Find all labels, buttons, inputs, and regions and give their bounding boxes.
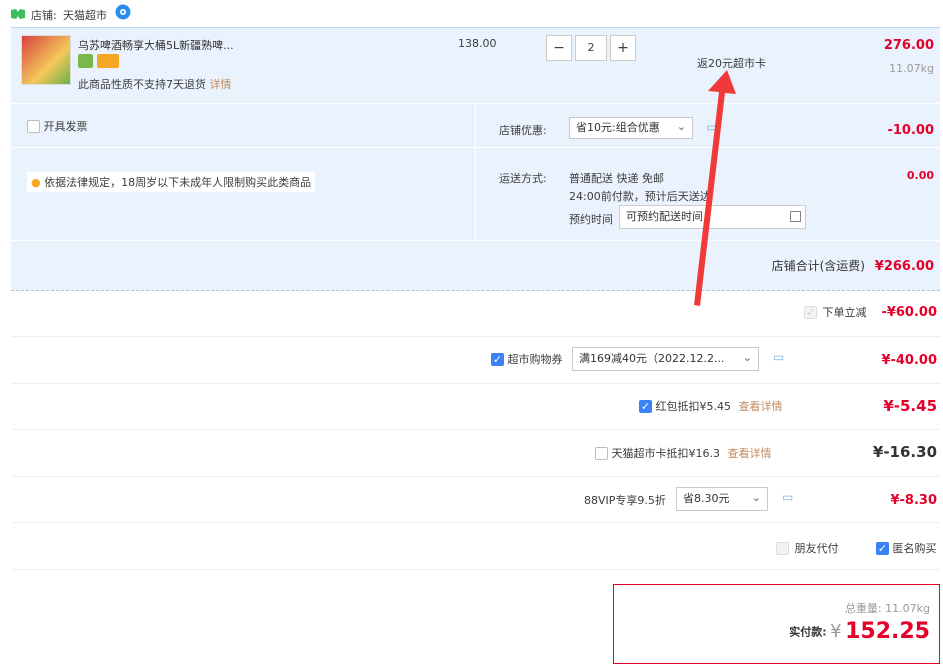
instant-discount-option: ✓ 下单立减 <box>804 304 867 320</box>
pay-amount: 152.25 <box>845 619 930 644</box>
shipping-method: 普通配送 快递 免邮 <box>569 172 664 185</box>
coupon-label: 超市购物券 <box>507 353 563 366</box>
coupon-value: 满169减40元（2022.12.2... <box>579 352 725 365</box>
store-discount-select[interactable]: 省10元:组合优惠 ⌄ <box>569 117 693 139</box>
tmall-card-amount: ¥-16.30 <box>872 443 937 461</box>
schedule-label: 预约时间 <box>569 213 613 226</box>
store-total: 店铺合计(含运费) ¥266.00 <box>772 257 934 274</box>
legal-notice: ● 依据法律规定，18周岁以下未成年人限制购买此类商品 <box>27 172 316 192</box>
instant-discount-checkbox: ✓ <box>804 305 817 319</box>
tag-icon <box>78 54 93 68</box>
total-weight: 11.07kg <box>885 602 930 615</box>
chevron-down-icon: ⌄ <box>751 491 761 504</box>
coupon-option[interactable]: ✓ 超市购物券 <box>491 351 563 367</box>
vip-select[interactable]: 省8.30元 ⌄ <box>676 487 768 511</box>
redpacket-label: 红包抵扣¥5.45 <box>655 400 732 413</box>
product-title-link[interactable]: 乌苏啤酒畅享大桶5L新疆熟啤... <box>78 37 234 53</box>
coupon-amount: ¥-40.00 <box>881 353 937 368</box>
tmall-card-detail-link[interactable]: 查看详情 <box>728 447 772 460</box>
shipping-note: 24:00前付款，预计后天送达 <box>569 190 711 203</box>
store-label: 店铺: <box>31 9 57 22</box>
quantity-stepper: − 2 + <box>546 35 636 61</box>
wangwang-chat-icon[interactable] <box>115 4 131 23</box>
shipping-label: 运送方式: <box>499 172 547 185</box>
chat-bubble-icon[interactable]: ▭ <box>782 490 793 504</box>
vip-value: 省8.30元 <box>683 492 730 505</box>
vip-label: 88VIP专享9.5折 <box>584 494 666 507</box>
location-pin-icon: ● <box>31 176 41 189</box>
anonymous-checkbox[interactable]: ✓ <box>876 541 889 555</box>
total-weight-label: 总重量: <box>844 602 882 615</box>
schedule-time-input[interactable]: 可预约配送时间 <box>619 205 806 229</box>
chevron-down-icon: ⌄ <box>676 120 686 133</box>
redpacket-amount: ¥-5.45 <box>883 397 937 415</box>
instant-discount-label: 下单立减 <box>822 306 867 319</box>
calendar-icon <box>790 211 801 222</box>
quantity-plus-button[interactable]: + <box>610 35 636 61</box>
pay-label: 实付款: <box>789 625 827 639</box>
coupon-checkbox[interactable]: ✓ <box>491 352 504 366</box>
anonymous-option[interactable]: ✓ 匿名购买 <box>876 540 937 556</box>
chat-bubble-icon[interactable]: ▭ <box>773 350 784 364</box>
chevron-down-icon: ⌄ <box>742 351 752 364</box>
invoice-label: 开具发票 <box>43 120 88 133</box>
tmall-card-label: 天猫超市卡抵扣¥16.3 <box>611 447 721 460</box>
store-name-link[interactable]: 天猫超市 <box>63 7 107 23</box>
return-detail-link[interactable]: 详情 <box>210 78 232 91</box>
invoice-checkbox[interactable] <box>27 119 40 133</box>
quantity-input[interactable]: 2 <box>575 35 607 61</box>
tmall-card-option[interactable]: 天猫超市卡抵扣¥16.3 查看详情 <box>595 445 772 461</box>
store-discount-value: 省10元:组合优惠 <box>576 121 660 134</box>
vip-amount: ¥-8.30 <box>890 493 937 508</box>
instant-discount-amount: -¥60.00 <box>881 305 937 320</box>
tmall-card-checkbox[interactable] <box>595 446 608 460</box>
store-total-amount: ¥266.00 <box>874 259 934 274</box>
anonymous-label: 匿名购买 <box>892 542 937 555</box>
redpacket-detail-link[interactable]: 查看详情 <box>739 400 783 413</box>
friend-pay-checkbox <box>776 541 789 555</box>
shipping-amount: 0.00 <box>906 169 934 182</box>
item-weight: 11.07kg <box>889 62 934 75</box>
friend-pay-option: 朋友代付 <box>776 540 839 556</box>
legal-notice-text: 依据法律规定，18周岁以下未成年人限制购买此类商品 <box>44 176 312 189</box>
store-icon <box>11 9 25 19</box>
store-discount-label: 店铺优惠: <box>499 124 547 137</box>
invoice-option[interactable]: 开具发票 <box>27 118 88 134</box>
item-total: 276.00 <box>883 38 934 53</box>
friend-pay-label: 朋友代付 <box>794 542 839 555</box>
redpacket-checkbox[interactable]: ✓ <box>639 399 652 413</box>
return-note: 此商品性质不支持7天退货 <box>78 78 206 91</box>
order-summary-box: 总重量: 11.07kg 实付款: ¥ 152.25 <box>613 584 940 664</box>
store-discount-amount: -10.00 <box>887 123 934 138</box>
product-thumbnail[interactable] <box>21 35 71 85</box>
unit-price: 138.00 <box>458 37 497 50</box>
card-icon <box>97 54 119 68</box>
redpacket-option[interactable]: ✓ 红包抵扣¥5.45 查看详情 <box>639 398 783 414</box>
pay-currency: ¥ <box>830 621 842 642</box>
store-total-label: 店铺合计(含运费) <box>771 259 865 273</box>
promo-text: 返20元超市卡 <box>697 57 766 70</box>
chat-bubble-icon[interactable]: ▭ <box>706 120 717 134</box>
coupon-select[interactable]: 满169减40元（2022.12.2... ⌄ <box>572 347 759 371</box>
schedule-placeholder: 可预约配送时间 <box>626 210 703 223</box>
quantity-minus-button[interactable]: − <box>546 35 572 61</box>
